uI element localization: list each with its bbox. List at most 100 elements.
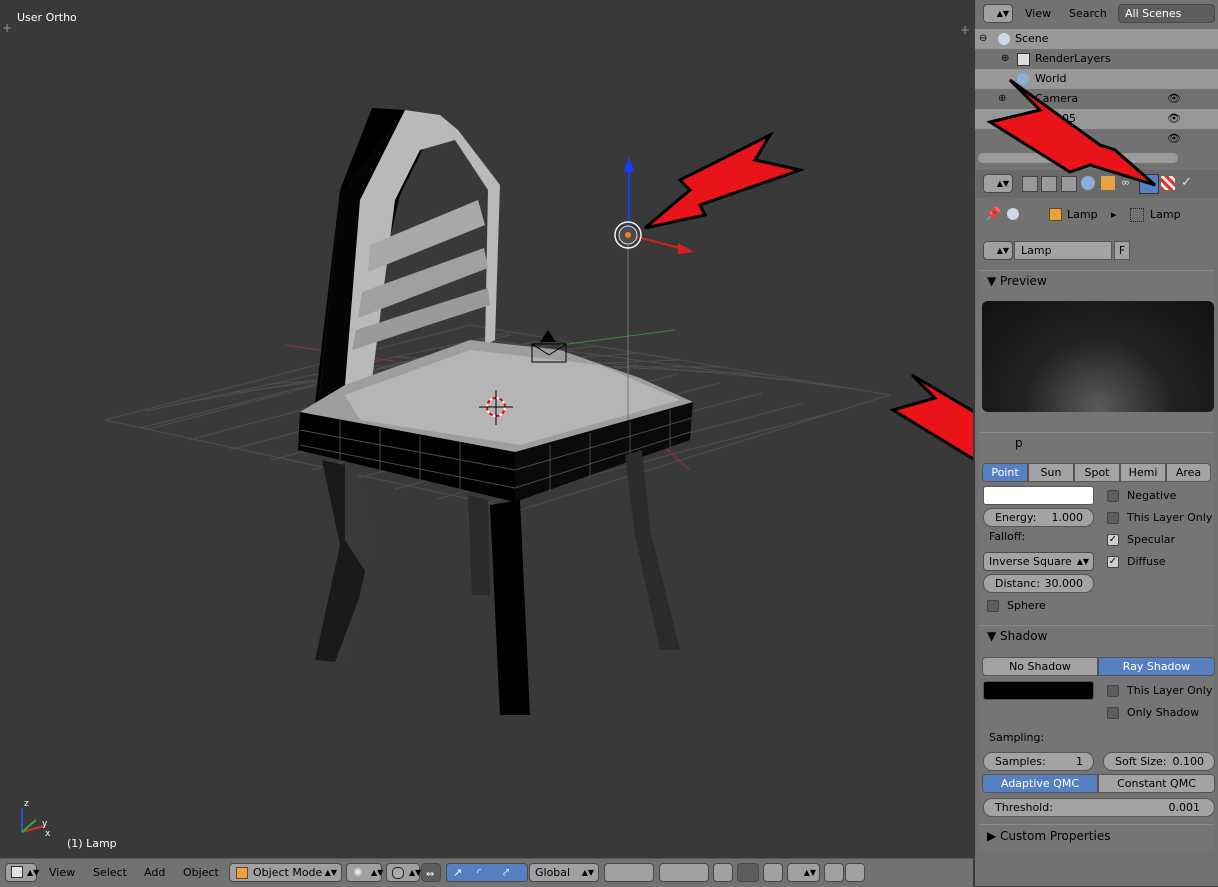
svg-text:y: y (42, 819, 48, 829)
this-layer-only-checkbox[interactable] (1107, 512, 1119, 524)
world-tab-icon[interactable] (1081, 176, 1095, 190)
shadow-title[interactable]: ▼ Shadow (987, 629, 1047, 643)
menu-object[interactable]: Object (183, 863, 219, 883)
lamp-type-point[interactable]: Point (982, 463, 1028, 482)
renderlayers-tab-icon[interactable] (1041, 176, 1057, 192)
pivot-icon (392, 867, 404, 879)
adaptive-qmc-button[interactable]: Adaptive QMC (982, 774, 1098, 793)
lamp-panel-title[interactable]: p (1015, 436, 1023, 450)
snap-element-select[interactable]: ▲▼ (787, 863, 820, 882)
pin-icon[interactable]: 📌 (985, 207, 1001, 222)
render-tab-icon[interactable] (1022, 176, 1038, 192)
datablock-name-field[interactable]: Lamp (1014, 241, 1112, 260)
shadow-color-swatch[interactable] (983, 681, 1094, 700)
viewport-shading-button[interactable]: ▲▼ (346, 863, 383, 882)
snap-toggle-icon[interactable] (763, 863, 783, 882)
physics-tab-icon[interactable]: ✓ (1181, 175, 1192, 190)
sphere-checkbox[interactable] (987, 600, 999, 612)
proportional-edit-icon[interactable] (737, 863, 759, 882)
corner-plus-icon: + (2, 21, 12, 35)
breadcrumb-arrow-icon: ▸ (1111, 208, 1117, 221)
outliner-row-mesh[interactable]: 005 👁 (975, 109, 1218, 129)
distance-field[interactable]: Distanc: 30.000 (983, 574, 1094, 593)
menu-view[interactable]: View (49, 863, 75, 883)
axis-gizmo: z y x (21, 799, 51, 839)
lamp-type-hemi[interactable]: Hemi (1120, 463, 1166, 482)
scene-tab-icon[interactable] (1061, 176, 1077, 192)
layers-group-2[interactable] (659, 863, 709, 882)
transform-manipulators[interactable]: ↗ ◜ ⤤ (446, 863, 528, 882)
active-object-label: (1) Lamp (67, 837, 117, 850)
menu-add[interactable]: Add (144, 863, 165, 883)
display-mode-select[interactable]: All Scenes (1118, 4, 1215, 23)
falloff-select[interactable]: Inverse Square ▲▼ (983, 552, 1094, 571)
pivot-point-button[interactable]: ▲▼ (386, 863, 421, 882)
lamp-type-area[interactable]: Area (1166, 463, 1211, 482)
negative-checkbox[interactable] (1107, 490, 1119, 502)
outliner-editor-type[interactable]: ▲▼ (983, 4, 1013, 23)
menu-select[interactable]: Select (93, 863, 127, 883)
only-shadow-label: Only Shadow (1127, 706, 1200, 719)
outliner-row-camera[interactable]: ⊕ Camera 👁 (975, 89, 1218, 109)
shadow-panel: ▼ Shadow No Shadow Ray Shadow This Layer… (979, 625, 1215, 822)
mode-select[interactable]: Object Mode ▲▼ (229, 863, 342, 882)
specular-checkbox[interactable]: ✓ (1107, 534, 1119, 546)
orientation-select[interactable]: Global ▲▼ (529, 863, 599, 882)
shadow-this-layer-checkbox[interactable] (1107, 685, 1119, 697)
editor-type-button[interactable]: ▲▼ (5, 863, 39, 882)
soft-size-field[interactable]: Soft Size: 0.100 (1103, 752, 1215, 771)
lamp-data-tab-icon[interactable] (1139, 174, 1159, 194)
panel-expand-icon: ▶ (987, 829, 1001, 843)
properties-editor: ▲▼ ∞ ✓ 📌 Lamp ▸ Lamp ▲▼ Lamp F ▼ Preview… (975, 170, 1218, 886)
lamp-type-spot[interactable]: Spot (1074, 463, 1120, 482)
constant-qmc-button[interactable]: Constant QMC (1098, 774, 1215, 793)
negative-label: Negative (1127, 489, 1177, 502)
samples-field[interactable]: Samples: 1 (983, 752, 1094, 771)
outliner-menu-search[interactable]: Search (1069, 4, 1107, 24)
3d-viewport[interactable]: z y x + + User Ortho (1) Lamp (0, 0, 973, 858)
translate-icon[interactable]: ↗ (453, 864, 462, 881)
outliner-scrollbar[interactable] (978, 153, 1178, 163)
custom-properties-title[interactable]: ▶ Custom Properties (987, 829, 1110, 843)
threshold-field[interactable]: Threshold: 0.001 (983, 798, 1215, 817)
no-shadow-button[interactable]: No Shadow (982, 657, 1098, 676)
energy-field[interactable]: Energy: 1.000 (983, 508, 1094, 527)
render-anim-icon[interactable] (845, 863, 865, 882)
mode-label: Object Mode (253, 866, 323, 879)
scale-icon[interactable]: ⤤ (503, 864, 509, 881)
lock-layer-icon[interactable] (713, 863, 733, 882)
corner-plus-icon: + (960, 23, 970, 37)
renderlayers-icon (1017, 53, 1030, 66)
only-shadow-checkbox[interactable] (1107, 707, 1119, 719)
texture-tab-icon[interactable] (1161, 176, 1175, 190)
outliner-row-lamp[interactable]: 👁 (975, 129, 1218, 149)
world-icon (1017, 73, 1029, 85)
object-tab-icon[interactable] (1101, 176, 1115, 190)
outliner-row-renderlayers[interactable]: ⊕ RenderLayers (975, 49, 1218, 69)
panel-collapse-icon: ▼ (987, 274, 1001, 288)
constraints-tab-icon[interactable]: ∞ (1121, 176, 1135, 190)
lamp-type-sun[interactable]: Sun (1028, 463, 1074, 482)
diffuse-checkbox[interactable]: ✓ (1107, 556, 1119, 568)
eye-icon: 👁 (1167, 132, 1181, 145)
svg-text:x: x (45, 829, 51, 839)
manipulator-toggle[interactable]: ⇔ (421, 863, 441, 882)
outliner-menu-view[interactable]: View (1025, 4, 1051, 24)
fake-user-button[interactable]: F (1114, 241, 1130, 260)
outliner: ▲▼ View Search All Scenes ⊖ Scene ⊕ Render… (975, 0, 1218, 170)
scene-icon (1007, 208, 1019, 220)
layers-group-1[interactable] (604, 863, 654, 882)
panel-collapse-icon: ▼ (987, 629, 1001, 643)
view-label: User Ortho (17, 11, 77, 24)
sphere-label: Sphere (1007, 599, 1046, 612)
scene-icon (998, 33, 1010, 45)
datablock-browse[interactable]: ▲▼ (983, 241, 1013, 260)
ray-shadow-button[interactable]: Ray Shadow (1098, 657, 1215, 676)
properties-editor-type[interactable]: ▲▼ (983, 174, 1013, 193)
render-icon[interactable] (824, 863, 844, 882)
lamp-color-swatch[interactable] (983, 486, 1094, 505)
preview-title[interactable]: ▼ Preview (987, 274, 1047, 288)
rotate-icon[interactable]: ◜ (477, 864, 481, 881)
outliner-row-scene[interactable]: ⊖ Scene (975, 29, 1218, 49)
outliner-row-world[interactable]: World (975, 69, 1218, 89)
